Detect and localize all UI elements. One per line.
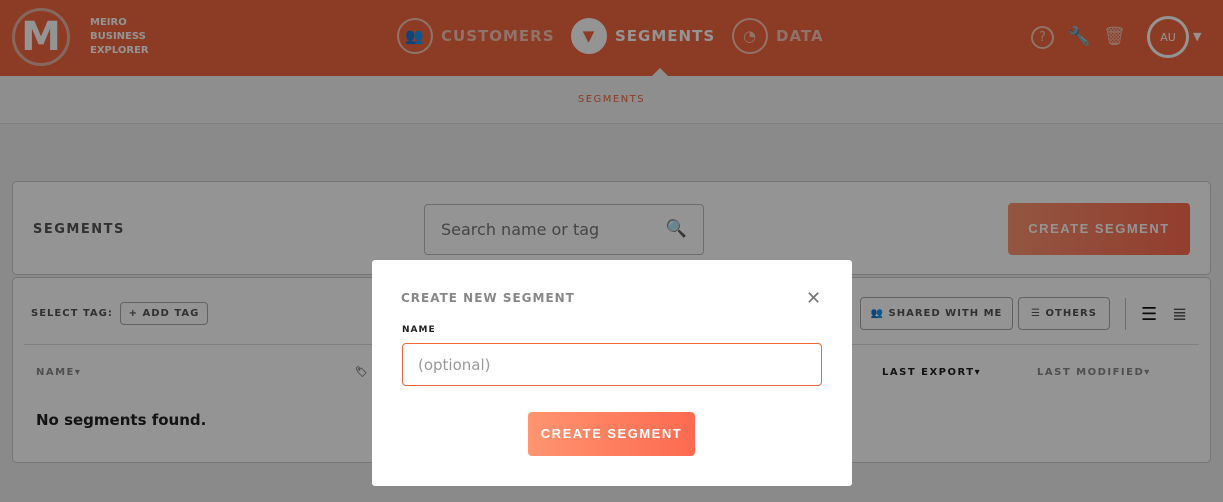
close-icon[interactable]: ✕ bbox=[806, 288, 821, 309]
create-segment-modal: CREATE NEW SEGMENT ✕ NAME CREATE SEGMENT bbox=[372, 260, 852, 486]
modal-create-segment-button[interactable]: CREATE SEGMENT bbox=[528, 412, 695, 456]
modal-title: CREATE NEW SEGMENT bbox=[401, 291, 575, 305]
name-label: NAME bbox=[402, 325, 436, 335]
segment-name-input[interactable] bbox=[402, 343, 822, 386]
